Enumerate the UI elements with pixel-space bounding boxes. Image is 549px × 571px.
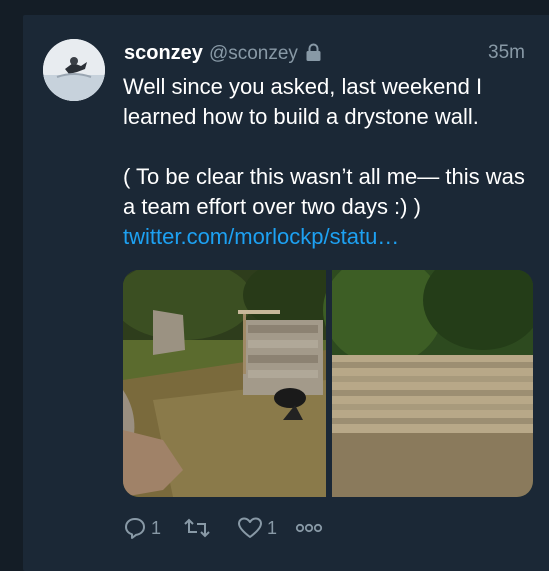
reply-button[interactable]: 1	[123, 516, 161, 540]
more-icon	[295, 522, 323, 534]
like-count: 1	[267, 517, 278, 538]
user-handle[interactable]: @sconzey	[209, 43, 298, 64]
tweet-card[interactable]: sconzey @sconzey 35m Well since you asked…	[23, 15, 549, 571]
reply-icon	[123, 516, 147, 540]
tweet-text: Well since you asked, last weekend I lea…	[123, 72, 533, 252]
retweet-icon	[183, 516, 211, 540]
tweet-header: sconzey @sconzey 35m	[124, 42, 525, 70]
media-photo-2[interactable]	[323, 270, 533, 497]
more-button[interactable]	[295, 522, 323, 534]
like-button[interactable]: 1	[237, 516, 277, 540]
retweet-button[interactable]	[183, 516, 211, 540]
media-grid	[123, 270, 533, 497]
tweet-text-line2: ( To be clear this wasn’t all me— this w…	[123, 164, 525, 219]
lock-icon	[306, 43, 321, 66]
tweet-text-line1: Well since you asked, last weekend I lea…	[123, 74, 483, 129]
reply-count: 1	[151, 517, 162, 538]
display-name[interactable]: sconzey	[124, 42, 203, 64]
media-photo-1[interactable]	[123, 270, 343, 497]
heart-icon	[237, 516, 263, 540]
tweet-actions: 1 1	[123, 512, 323, 544]
timestamp[interactable]: 35m	[488, 42, 525, 64]
tweet-link[interactable]: twitter.com/morlockp/statu…	[123, 224, 399, 249]
avatar[interactable]	[43, 39, 105, 101]
